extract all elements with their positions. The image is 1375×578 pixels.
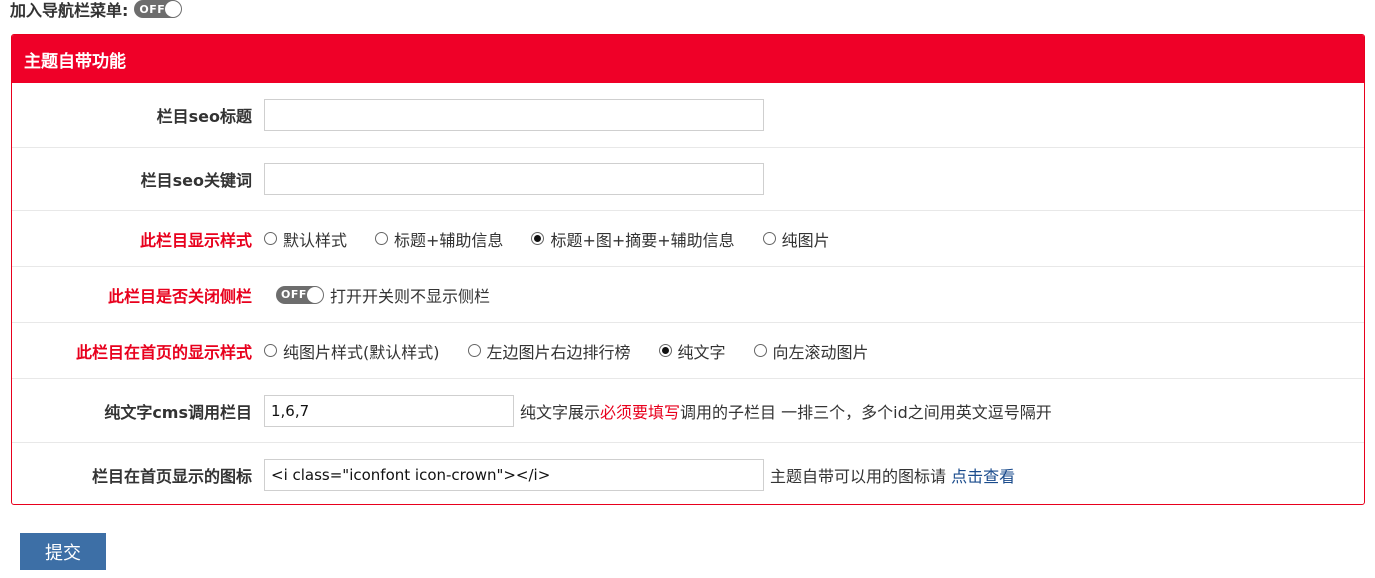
display-style-option[interactable]: 标题+辅助信息 — [375, 227, 503, 251]
panel-title: 主题自带功能 — [12, 35, 1364, 83]
toggle-knob — [165, 1, 182, 17]
home-style-option[interactable]: 纯文字 — [658, 339, 726, 363]
seo-title-label: 栏目seo标题 — [156, 107, 252, 126]
row-cms-columns: 纯文字cms调用栏目 纯文字展示必须要填写调用的子栏目 一排三个，多个id之间用… — [12, 378, 1364, 442]
row-home-icon: 栏目在首页显示的图标 主题自带可以用的图标请 点击查看 — [12, 442, 1364, 504]
submit-button[interactable]: 提交 — [20, 533, 106, 570]
radio-button[interactable] — [264, 344, 277, 357]
radio-button[interactable] — [467, 344, 481, 357]
display-style-label: 此栏目显示样式 — [139, 230, 252, 250]
radio-button-selected[interactable] — [658, 344, 672, 357]
seo-title-input[interactable] — [264, 99, 764, 131]
option-label: 默认样式 — [283, 230, 348, 250]
option-label: 纯文字 — [677, 342, 726, 362]
hint-text: 主题自带可以用的图标请 — [770, 466, 947, 486]
toggle-knob — [307, 286, 323, 303]
hint-text: 纯文字展示 — [520, 402, 601, 422]
hint-text: 调用的子栏目 一排三个，多个id之间用英文逗号隔开 — [680, 402, 1052, 422]
display-style-radio-group: 默认样式 标题+辅助信息 标题+图+摘要+辅助信息 纯图片 — [264, 227, 858, 251]
cms-columns-input[interactable] — [264, 394, 514, 427]
radio-button-selected[interactable] — [531, 232, 545, 245]
theme-features-panel: 主题自带功能 栏目seo标题 栏目seo关键词 此栏目显示样式 默认样式 标题+… — [11, 34, 1365, 505]
toggle-off-text: OFF — [139, 2, 166, 16]
home-icon-input[interactable] — [264, 458, 764, 491]
home-icon-hint: 主题自带可以用的图标请 点击查看 — [770, 463, 1015, 487]
close-sidebar-hint: 打开开关则不显示侧栏 — [330, 286, 491, 306]
nav-menu-setting: 加入导航栏菜单: OFF — [10, 0, 183, 20]
cms-columns-label: 纯文字cms调用栏目 — [104, 402, 252, 422]
home-style-label: 此栏目在首页的显示样式 — [75, 342, 252, 362]
hint-required-text: 必须要填写 — [600, 402, 681, 422]
row-close-sidebar: 此栏目是否关闭侧栏 OFF 打开开关则不显示侧栏 — [12, 266, 1364, 322]
radio-button[interactable] — [753, 344, 767, 357]
row-home-style: 此栏目在首页的显示样式 纯图片样式(默认样式) 左边图片右边排行榜 纯文字 向左… — [12, 322, 1364, 378]
home-style-radio-group: 纯图片样式(默认样式) 左边图片右边排行榜 纯文字 向左滚动图片 — [264, 339, 897, 363]
option-label: 标题+辅助信息 — [394, 230, 504, 250]
home-style-option[interactable]: 向左滚动图片 — [753, 339, 869, 363]
cms-columns-hint: 纯文字展示必须要填写调用的子栏目 一排三个，多个id之间用英文逗号隔开 — [520, 399, 1052, 423]
row-seo-title: 栏目seo标题 — [12, 83, 1364, 147]
seo-keywords-label: 栏目seo关键词 — [140, 171, 252, 190]
option-label: 纯图片 — [781, 230, 830, 250]
option-label: 标题+图+摘要+辅助信息 — [550, 230, 735, 250]
row-display-style: 此栏目显示样式 默认样式 标题+辅助信息 标题+图+摘要+辅助信息 纯图片 — [12, 210, 1364, 266]
seo-keywords-input[interactable] — [264, 163, 764, 195]
home-style-option[interactable]: 纯图片样式(默认样式) — [264, 339, 440, 363]
row-seo-keywords: 栏目seo关键词 — [12, 147, 1364, 210]
display-style-option[interactable]: 默认样式 — [264, 227, 347, 251]
close-sidebar-toggle[interactable]: OFF — [276, 285, 324, 304]
radio-button[interactable] — [264, 232, 277, 245]
nav-menu-toggle[interactable]: OFF — [134, 0, 183, 18]
nav-menu-label: 加入导航栏菜单: — [10, 1, 129, 20]
display-style-option[interactable]: 标题+图+摘要+辅助信息 — [531, 227, 735, 251]
option-label: 纯图片样式(默认样式) — [283, 342, 440, 362]
display-style-option[interactable]: 纯图片 — [762, 227, 830, 251]
option-label: 左边图片右边排行榜 — [486, 342, 631, 362]
home-style-option[interactable]: 左边图片右边排行榜 — [467, 339, 631, 363]
close-sidebar-label: 此栏目是否关闭侧栏 — [107, 286, 252, 306]
toggle-off-text: OFF — [281, 288, 307, 301]
view-icons-link[interactable]: 点击查看 — [951, 467, 1015, 486]
radio-button[interactable] — [762, 232, 776, 245]
home-icon-label: 栏目在首页显示的图标 — [91, 466, 252, 486]
option-label: 向左滚动图片 — [772, 342, 869, 362]
radio-button[interactable] — [375, 232, 389, 245]
